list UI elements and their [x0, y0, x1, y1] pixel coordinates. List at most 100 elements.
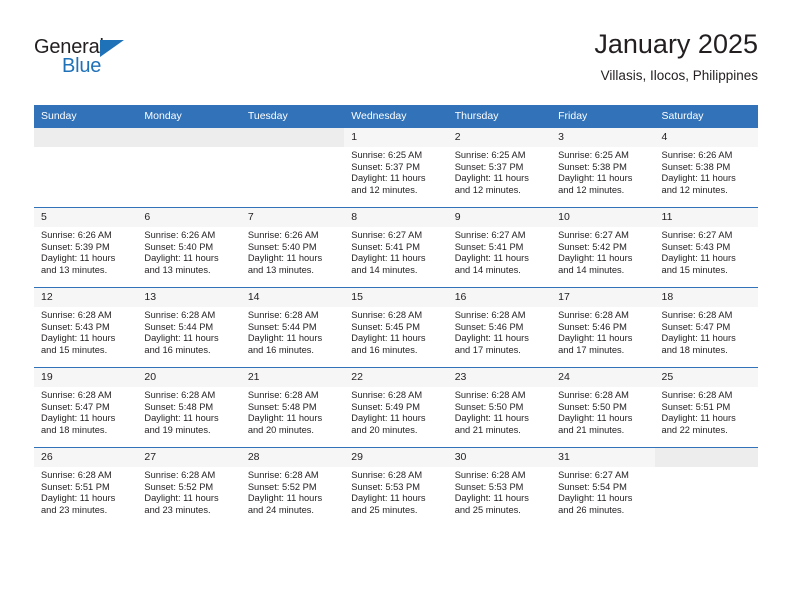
sunrise-text: Sunrise: 6:27 AM: [661, 230, 733, 240]
sunrise-text: Sunrise: 6:28 AM: [661, 310, 733, 320]
day-details: Sunrise: 6:28 AM Sunset: 5:46 PM Daylight:…: [448, 307, 551, 356]
calendar-day-cell[interactable]: 19 Sunrise: 6:28 AM Sunset: 5:47 PM Dayligh…: [34, 367, 138, 448]
daylight-text: and 12 minutes.: [558, 184, 625, 195]
calendar-day-cell[interactable]: 20 Sunrise: 6:28 AM Sunset: 5:48 PM Dayligh…: [137, 367, 241, 448]
calendar-day-cell[interactable]: 1 Sunrise: 6:25 AM Sunset: 5:37 PM Daylight…: [344, 127, 448, 208]
calendar-day-cell[interactable]: 27 Sunrise: 6:28 AM Sunset: 5:52 PM Dayligh…: [137, 447, 241, 527]
calendar-day-cell[interactable]: 6 Sunrise: 6:26 AM Sunset: 5:40 PM Daylight…: [137, 207, 241, 288]
day-number: 21: [240, 368, 345, 387]
sunrise-text: Sunrise: 6:28 AM: [41, 470, 112, 480]
sunrise-text: Sunrise: 6:28 AM: [558, 390, 629, 400]
calendar-day-cell[interactable]: 31 Sunrise: 6:27 AM Sunset: 5:54 PM Dayligh…: [551, 447, 655, 527]
calendar-day-cell[interactable]: 25 Sunrise: 6:28 AM Sunset: 5:51 PM Dayligh…: [654, 367, 758, 448]
day-details: Sunrise: 6:28 AM Sunset: 5:47 PM Daylight:…: [655, 307, 758, 356]
calendar-day-cell-empty: [654, 447, 758, 527]
calendar-day-cell[interactable]: 2 Sunrise: 6:25 AM Sunset: 5:37 PM Daylight…: [447, 127, 552, 208]
calendar-day-cell[interactable]: 29 Sunrise: 6:28 AM Sunset: 5:53 PM Dayligh…: [344, 447, 448, 527]
day-number: 3: [551, 128, 655, 147]
calendar-day-cell[interactable]: 14 Sunrise: 6:28 AM Sunset: 5:44 PM Dayligh…: [240, 287, 345, 368]
sunrise-text: Sunrise: 6:28 AM: [454, 470, 526, 480]
daylight-text: Daylight: 11 hours: [351, 253, 426, 264]
general-blue-logo: General Blue: [34, 36, 154, 82]
daylight-text: and 13 minutes.: [41, 264, 108, 275]
day-details: Sunrise: 6:27 AM Sunset: 5:43 PM Daylight:…: [655, 227, 758, 276]
calendar-day-cell[interactable]: 11 Sunrise: 6:27 AM Sunset: 5:43 PM Dayligh…: [654, 207, 758, 288]
sunset-text: Sunset: 5:48 PM: [144, 401, 214, 412]
sunrise-text: Sunrise: 6:25 AM: [454, 150, 526, 160]
day-details: Sunrise: 6:28 AM Sunset: 5:51 PM Daylight:…: [655, 387, 758, 436]
day-details: Sunrise: 6:28 AM Sunset: 5:53 PM Daylight:…: [448, 467, 551, 516]
daylight-text: and 18 minutes.: [661, 344, 728, 355]
daylight-text: and 16 minutes.: [247, 344, 314, 355]
calendar-day-cell[interactable]: 28 Sunrise: 6:28 AM Sunset: 5:52 PM Dayligh…: [240, 447, 345, 527]
sunrise-text: Sunrise: 6:27 AM: [454, 230, 526, 240]
sunrise-text: Sunrise: 6:26 AM: [661, 150, 733, 160]
daylight-text: and 13 minutes.: [144, 264, 211, 275]
calendar-day-cell[interactable]: 15 Sunrise: 6:28 AM Sunset: 5:45 PM Dayligh…: [344, 287, 448, 368]
sunrise-text: Sunrise: 6:25 AM: [351, 150, 423, 160]
calendar-day-cell[interactable]: 16 Sunrise: 6:28 AM Sunset: 5:46 PM Dayligh…: [447, 287, 552, 368]
daylight-text: and 15 minutes.: [661, 264, 728, 275]
daylight-text: and 13 minutes.: [247, 264, 314, 275]
daylight-text: and 20 minutes.: [247, 424, 314, 435]
calendar-day-cell[interactable]: 21 Sunrise: 6:28 AM Sunset: 5:48 PM Dayligh…: [240, 367, 345, 448]
calendar-week-row: 5 Sunrise: 6:26 AM Sunset: 5:39 PM Daylight…: [34, 207, 758, 288]
sunset-text: Sunset: 5:47 PM: [41, 401, 110, 412]
calendar-day-cell[interactable]: 22 Sunrise: 6:28 AM Sunset: 5:49 PM Dayligh…: [344, 367, 448, 448]
calendar-day-cell[interactable]: 23 Sunrise: 6:28 AM Sunset: 5:50 PM Dayligh…: [447, 367, 552, 448]
calendar-day-cell[interactable]: 17 Sunrise: 6:28 AM Sunset: 5:46 PM Dayligh…: [551, 287, 655, 368]
calendar-day-cell[interactable]: 18 Sunrise: 6:28 AM Sunset: 5:47 PM Dayligh…: [654, 287, 758, 368]
calendar-day-cell[interactable]: 7 Sunrise: 6:26 AM Sunset: 5:40 PM Daylight…: [240, 207, 345, 288]
calendar-day-cell[interactable]: 12 Sunrise: 6:28 AM Sunset: 5:43 PM Dayligh…: [34, 287, 138, 368]
day-number: 18: [654, 288, 758, 307]
sunset-text: Sunset: 5:40 PM: [144, 241, 214, 252]
daylight-text: and 16 minutes.: [351, 344, 418, 355]
day-details: Sunrise: 6:28 AM Sunset: 5:50 PM Daylight:…: [448, 387, 551, 436]
sunset-text: Sunset: 5:43 PM: [661, 241, 731, 252]
daylight-text: and 17 minutes.: [454, 344, 521, 355]
daylight-text: and 19 minutes.: [144, 424, 211, 435]
calendar-day-cell[interactable]: 3 Sunrise: 6:25 AM Sunset: 5:38 PM Daylight…: [551, 127, 655, 208]
calendar-day-cell-empty: [137, 127, 241, 208]
daylight-text: and 21 minutes.: [454, 424, 521, 435]
calendar-day-cell[interactable]: 9 Sunrise: 6:27 AM Sunset: 5:41 PM Daylight…: [447, 207, 552, 288]
day-number: 11: [654, 208, 758, 227]
sunset-text: Sunset: 5:45 PM: [351, 321, 420, 332]
day-details: Sunrise: 6:28 AM Sunset: 5:44 PM Daylight:…: [241, 307, 344, 356]
day-details: Sunrise: 6:27 AM Sunset: 5:41 PM Daylight:…: [448, 227, 551, 276]
calendar-day-cell[interactable]: 13 Sunrise: 6:28 AM Sunset: 5:44 PM Dayligh…: [137, 287, 241, 368]
sunrise-text: Sunrise: 6:28 AM: [144, 310, 216, 320]
sunset-text: Sunset: 5:41 PM: [454, 241, 524, 252]
sunrise-text: Sunrise: 6:25 AM: [558, 150, 629, 160]
sunset-text: Sunset: 5:44 PM: [247, 321, 317, 332]
calendar-day-cell[interactable]: 10 Sunrise: 6:27 AM Sunset: 5:42 PM Dayligh…: [551, 207, 655, 288]
calendar-day-cell[interactable]: 4 Sunrise: 6:26 AM Sunset: 5:38 PM Daylight…: [654, 127, 758, 208]
calendar-day-cell[interactable]: 5 Sunrise: 6:26 AM Sunset: 5:39 PM Daylight…: [34, 207, 138, 288]
weekday-header-thursday: Thursday: [447, 105, 552, 128]
weekday-header-row: Sunday Monday Tuesday Wednesday Thursday…: [34, 105, 758, 128]
page-header: General Blue January 2025 Villasis, Iloc…: [34, 28, 758, 96]
day-details: Sunrise: 6:26 AM Sunset: 5:40 PM Daylight:…: [241, 227, 344, 276]
daylight-text: and 18 minutes.: [41, 424, 108, 435]
calendar-day-cell[interactable]: 26 Sunrise: 6:28 AM Sunset: 5:51 PM Dayligh…: [34, 447, 138, 527]
daylight-text: and 15 minutes.: [41, 344, 108, 355]
sunrise-text: Sunrise: 6:28 AM: [454, 390, 526, 400]
sunset-text: Sunset: 5:53 PM: [351, 481, 420, 492]
page-subtitle: Villasis, Ilocos, Philippines: [600, 68, 758, 83]
daylight-text: Daylight: 11 hours: [558, 413, 633, 424]
day-number: 8: [344, 208, 448, 227]
day-details: Sunrise: 6:28 AM Sunset: 5:44 PM Daylight:…: [137, 307, 240, 356]
day-number: 10: [551, 208, 655, 227]
daylight-text: and 17 minutes.: [558, 344, 625, 355]
day-details: Sunrise: 6:28 AM Sunset: 5:45 PM Daylight:…: [344, 307, 447, 356]
day-number: 9: [447, 208, 552, 227]
daylight-text: and 16 minutes.: [144, 344, 211, 355]
title-block: January 2025 Villasis, Ilocos, Philippin…: [594, 28, 758, 85]
calendar-day-cell[interactable]: 24 Sunrise: 6:28 AM Sunset: 5:50 PM Dayligh…: [551, 367, 655, 448]
calendar-day-cell[interactable]: 8 Sunrise: 6:27 AM Sunset: 5:41 PM Daylight…: [344, 207, 448, 288]
day-number: 1: [344, 128, 448, 147]
calendar-page: General Blue January 2025 Villasis, Iloc…: [0, 0, 792, 612]
sunrise-text: Sunrise: 6:28 AM: [41, 390, 112, 400]
day-details: Sunrise: 6:28 AM Sunset: 5:49 PM Daylight:…: [344, 387, 447, 436]
calendar-day-cell[interactable]: 30 Sunrise: 6:28 AM Sunset: 5:53 PM Dayligh…: [447, 447, 552, 527]
